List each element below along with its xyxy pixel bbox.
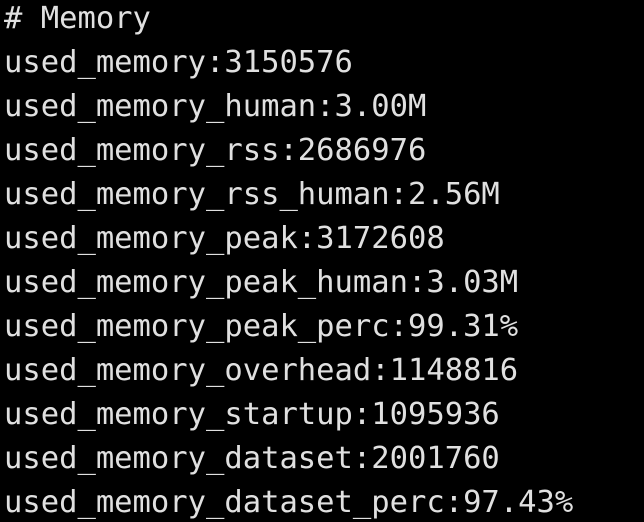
- output-line-used-memory: used_memory:3150576: [4, 45, 353, 80]
- terminal-output[interactable]: # Memory used_memory:3150576 used_memory…: [0, 0, 644, 522]
- output-line-used-memory-dataset-perc: used_memory_dataset_perc:97.43%: [4, 485, 574, 520]
- output-line-used-memory-peak: used_memory_peak:3172608: [4, 221, 445, 256]
- output-line-used-memory-peak-perc: used_memory_peak_perc:99.31%: [4, 309, 519, 344]
- output-line-used-memory-rss: used_memory_rss:2686976: [4, 133, 427, 168]
- output-line-used-memory-overhead: used_memory_overhead:1148816: [4, 353, 519, 388]
- output-line-used-memory-human: used_memory_human:3.00M: [4, 89, 427, 124]
- output-line-used-memory-startup: used_memory_startup:1095936: [4, 397, 500, 432]
- output-line-used-memory-dataset: used_memory_dataset:2001760: [4, 441, 500, 476]
- output-line-used-memory-rss-human: used_memory_rss_human:2.56M: [4, 177, 500, 212]
- output-line-used-memory-peak-human: used_memory_peak_human:3.03M: [4, 265, 519, 300]
- section-header-memory: # Memory: [4, 1, 151, 36]
